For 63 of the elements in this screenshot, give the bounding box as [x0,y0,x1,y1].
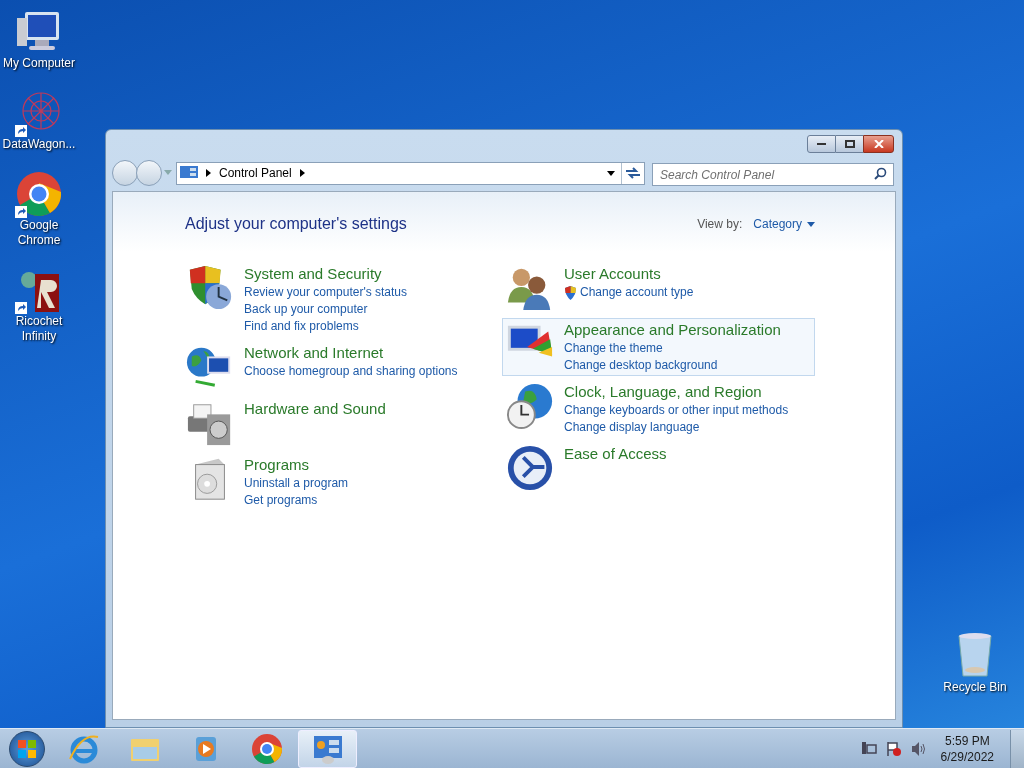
internet-explorer-icon [67,732,100,765]
category-item[interactable]: Ease of Access [502,442,815,494]
close-icon [873,140,884,148]
flag-icon[interactable] [885,740,902,757]
clock[interactable]: 5:59 PM 6/29/2022 [940,732,994,765]
chrome-icon [250,732,283,765]
dropdown-caret-icon[interactable] [607,170,615,176]
page-heading: Adjust your computer's settings [185,214,407,234]
category-link[interactable]: Choose homegroup and sharing options [244,363,458,380]
category-title[interactable]: Clock, Language, and Region [564,382,789,402]
category-item[interactable]: System and Security Review your computer's status Back up your computer Find and fix problems [182,262,505,337]
category-item[interactable]: Hardware and Sound [182,397,505,449]
network-icon[interactable] [860,740,877,757]
category-item[interactable]: Appearance and Personalization Change the theme Change desktop background [502,318,815,376]
desktop-icon-label: My Computer [2,56,76,71]
chevron-icon[interactable] [299,169,305,177]
view-by-label: View by: [697,216,743,233]
category-link[interactable]: Change desktop background [564,357,718,374]
category-title[interactable]: Network and Internet [244,343,458,363]
search-field[interactable]: Search Control Panel [652,163,894,186]
desktop-icon-label: Google Chrome [16,218,62,248]
accessibility-icon [506,444,554,492]
category-item[interactable]: User Accounts Change account type [502,262,815,314]
category-link[interactable]: Change keyboards or other input methods [564,402,789,419]
category-link[interactable]: Find and fix problems [244,318,359,335]
speaker-icon[interactable] [910,740,927,757]
category-link[interactable]: Back up your computer [244,301,368,318]
category-link[interactable]: Change account type [580,284,694,301]
desktop-shortcut[interactable] [15,89,63,137]
category-title[interactable]: Ease of Access [564,444,667,464]
desktop-shortcut[interactable] [15,170,63,218]
minimize-button[interactable] [807,135,836,153]
category-link[interactable]: Change the theme [564,340,663,357]
desktop-icon-label: DataWagon... [1,137,77,152]
category-link[interactable]: Review your computer's status [244,284,408,301]
category-title[interactable]: Hardware and Sound [244,399,386,419]
desktop-icon-label: Recycle Bin [943,679,1007,696]
category-title[interactable]: Programs [244,455,349,475]
desktop-icon-label: Ricochet Infinity [14,314,64,344]
category-item[interactable]: Clock, Language, and Region Change keyboards or other input methods Change display language [502,380,815,438]
category-link[interactable]: Change display language [564,419,700,436]
category-title[interactable]: System and Security [244,264,408,284]
view-by-dropdown[interactable]: Category [753,215,815,233]
caret-icon [807,221,815,227]
chevron-icon[interactable] [206,169,211,177]
search-icon[interactable] [874,166,887,180]
category-title[interactable]: Appearance and Personalization [564,320,781,340]
globe-clock-icon [506,382,554,430]
category-link[interactable]: Get programs [244,492,318,509]
start-button[interactable] [9,730,45,767]
recycle-bin-icon[interactable] [955,630,995,678]
windows-logo-icon [17,738,37,759]
control-panel-icon [180,166,198,180]
category-title[interactable]: User Accounts [564,264,694,284]
close-button[interactable] [863,135,894,153]
maximize-button[interactable] [836,135,863,153]
chrome-icon [15,170,63,218]
category-item[interactable]: Programs Uninstall a program Get programs [182,453,505,511]
address-bar[interactable]: Control Panel [176,161,645,185]
taskbar-button[interactable] [298,729,357,768]
category-item[interactable]: Network and Internet Choose homegroup and sharing options [182,341,505,393]
address-text[interactable]: Control Panel [219,164,292,182]
category-link[interactable]: Uninstall a program [244,475,349,492]
